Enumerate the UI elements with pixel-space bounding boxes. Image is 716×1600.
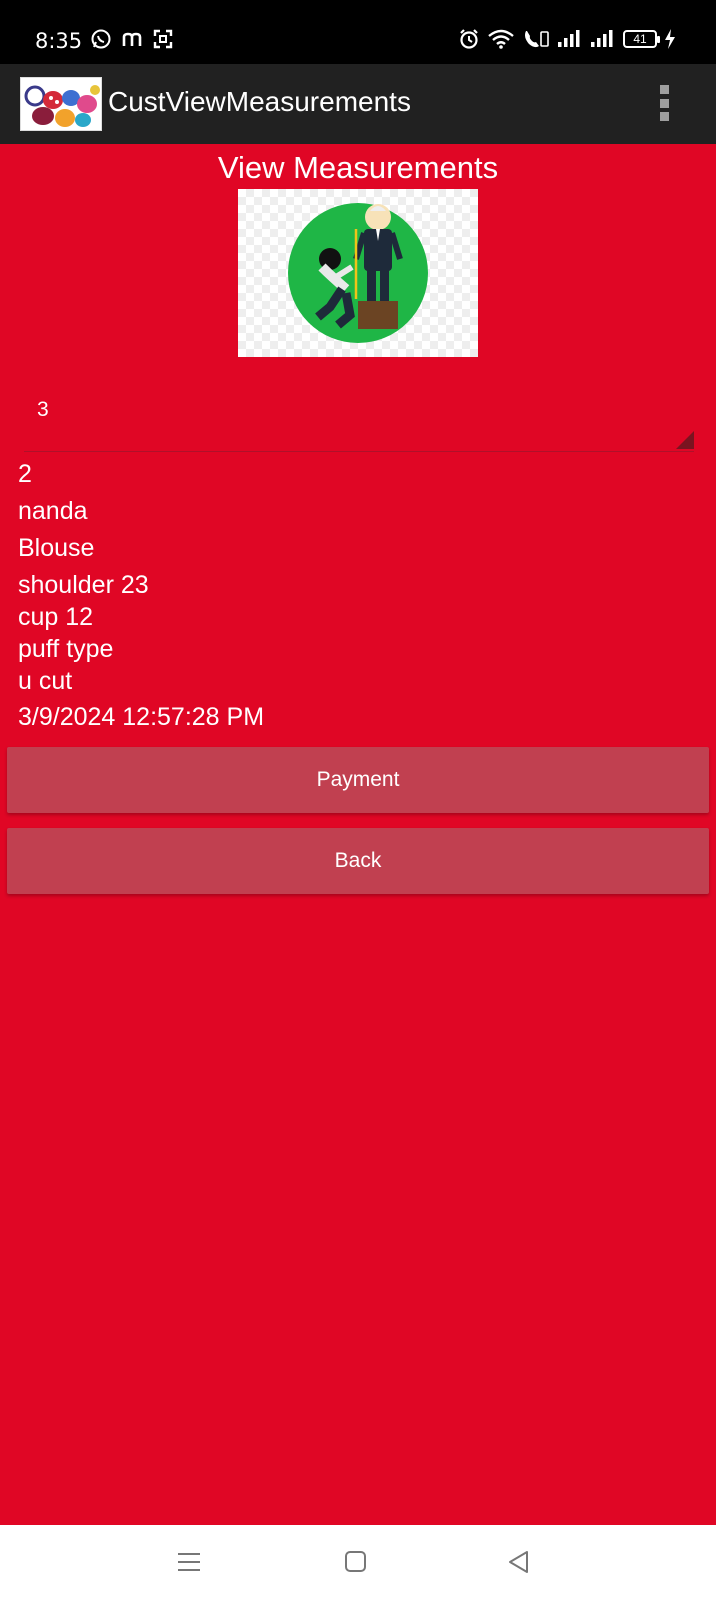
volte-icon xyxy=(525,31,549,48)
measurement-line-puff: puff type xyxy=(18,635,114,663)
back-button[interactable]: Back xyxy=(7,828,709,894)
alarm-icon xyxy=(460,29,478,49)
m-app-icon xyxy=(122,32,142,46)
app-title: CustViewMeasurements xyxy=(108,86,411,117)
system-nav-bar xyxy=(0,1525,716,1600)
measurement-line-shoulder: shoulder 23 xyxy=(18,571,149,599)
home-icon[interactable] xyxy=(343,1549,369,1575)
measurement-spinner[interactable]: 3 xyxy=(24,390,694,452)
measurement-datetime: 3/9/2024 12:57:28 PM xyxy=(18,703,265,731)
garment-type: Blouse xyxy=(18,534,95,562)
wifi-icon xyxy=(488,29,514,49)
action-bar: CustViewMeasurements xyxy=(0,64,716,144)
signal-1-icon xyxy=(558,30,580,47)
signal-2-icon xyxy=(591,30,613,47)
spinner-value: 3 xyxy=(37,398,49,421)
dropdown-arrow-icon xyxy=(676,431,694,449)
customer-name: nanda xyxy=(18,497,88,525)
back-icon[interactable] xyxy=(506,1549,532,1575)
overflow-menu-icon[interactable] xyxy=(656,85,672,121)
whatsapp-icon xyxy=(91,29,111,49)
measurement-illustration xyxy=(238,189,478,357)
recents-icon[interactable] xyxy=(176,1549,202,1575)
app-logo xyxy=(20,77,102,131)
page-title: View Measurements xyxy=(217,150,499,185)
screenshot-icon xyxy=(153,29,173,49)
payment-button[interactable]: Payment xyxy=(7,747,709,813)
measurement-id: 2 xyxy=(18,460,32,488)
status-time: 8:35 xyxy=(35,29,83,53)
measurement-line-cup: cup 12 xyxy=(18,603,94,631)
battery-indicator: 41 xyxy=(623,30,660,48)
charging-icon xyxy=(665,29,675,49)
measurement-line-cut: u cut xyxy=(18,667,73,695)
status-bar: 8:35 41 xyxy=(0,0,716,64)
